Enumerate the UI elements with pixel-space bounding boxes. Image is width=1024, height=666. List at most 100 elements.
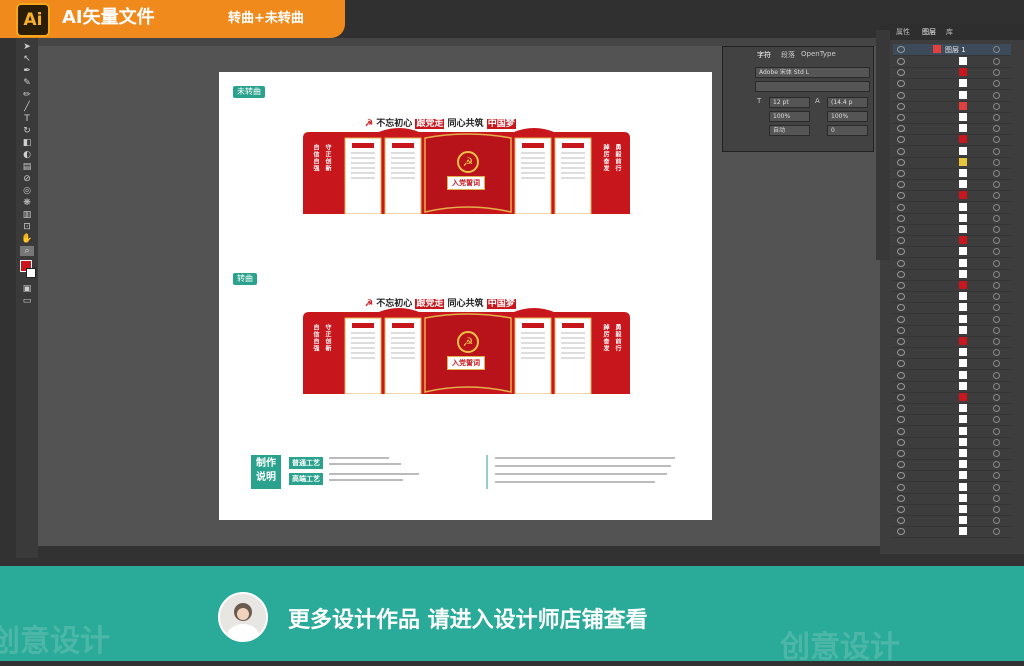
visibility-icon[interactable] (897, 304, 905, 312)
layer-row[interactable] (893, 134, 1011, 147)
target-icon[interactable] (993, 136, 1000, 144)
visibility-icon[interactable] (897, 226, 905, 233)
layer-row[interactable] (893, 504, 1011, 516)
store-cta[interactable]: 更多设计作品 请进入设计师店铺查看 (288, 602, 648, 634)
layer-row[interactable] (893, 258, 1011, 270)
target-icon[interactable] (993, 192, 1000, 200)
layer-row[interactable] (893, 224, 1011, 236)
target-icon[interactable] (993, 461, 1000, 469)
layer-row[interactable] (893, 336, 1011, 348)
zoom-tool-icon[interactable]: ⌕ (20, 246, 34, 256)
visibility-icon[interactable] (897, 181, 905, 189)
layer-row[interactable] (893, 493, 1011, 505)
eyedropper-tool-icon[interactable]: ⊘ (20, 174, 34, 184)
target-icon[interactable] (993, 506, 1000, 513)
target-icon[interactable] (993, 46, 1000, 53)
tab-libraries[interactable]: 库 (946, 27, 953, 37)
target-icon[interactable] (993, 282, 1000, 289)
layer-row[interactable] (893, 403, 1011, 416)
visibility-icon[interactable] (897, 237, 905, 245)
visibility-icon[interactable] (897, 506, 905, 513)
visibility-icon[interactable] (897, 270, 905, 278)
layer-row[interactable] (893, 179, 1011, 192)
direct-selection-tool-icon[interactable]: ↖ (20, 54, 34, 64)
panel-dock-icons[interactable] (876, 30, 890, 260)
designer-avatar[interactable] (218, 592, 268, 642)
visibility-icon[interactable] (897, 382, 905, 390)
visibility-icon[interactable] (897, 125, 905, 133)
target-icon[interactable] (993, 259, 1000, 267)
layer-row-main[interactable]: 图层 1 (893, 44, 1011, 56)
target-icon[interactable] (993, 360, 1000, 368)
target-icon[interactable] (993, 248, 1000, 256)
line-tool-icon[interactable]: ╱ (20, 102, 34, 112)
target-icon[interactable] (993, 371, 1000, 379)
layer-row[interactable] (893, 482, 1011, 494)
hand-tool-icon[interactable]: ✋ (20, 234, 34, 244)
layer-row[interactable] (893, 426, 1011, 438)
graph-tool-icon[interactable]: ▥ (20, 210, 34, 220)
horizontal-scale-field[interactable]: 100% (827, 111, 868, 122)
layer-row[interactable] (893, 56, 1011, 68)
visibility-icon[interactable] (897, 494, 905, 502)
culture-wall-board-top[interactable]: ☭ 不忘初心 跟党走 同心共筑 中国梦 ☭ 自信自强 守正创新 踔厉奋发 勇毅前… (299, 114, 634, 214)
visibility-icon[interactable] (897, 416, 905, 424)
layer-row[interactable] (893, 414, 1011, 427)
layer-row[interactable] (893, 280, 1011, 292)
visibility-icon[interactable] (897, 192, 905, 200)
visibility-icon[interactable] (897, 136, 905, 144)
target-icon[interactable] (993, 91, 1000, 99)
visibility-icon[interactable] (897, 438, 905, 446)
layer-row[interactable] (893, 213, 1011, 225)
visibility-icon[interactable] (897, 293, 905, 301)
target-icon[interactable] (993, 438, 1000, 446)
type-tool-icon[interactable]: T (20, 114, 34, 124)
layer-row[interactable] (893, 314, 1011, 326)
pencil-tool-icon[interactable]: ✏ (20, 90, 34, 100)
target-icon[interactable] (993, 125, 1000, 133)
draw-mode-icon[interactable]: ▣ (20, 284, 34, 294)
target-icon[interactable] (993, 170, 1000, 177)
target-icon[interactable] (993, 293, 1000, 301)
layer-row[interactable] (893, 392, 1011, 404)
visibility-icon[interactable] (897, 528, 905, 536)
target-icon[interactable] (993, 472, 1000, 480)
brush-tool-icon[interactable]: ✎ (20, 78, 34, 88)
target-icon[interactable] (993, 147, 1000, 155)
layer-row[interactable] (893, 470, 1011, 483)
layer-row[interactable] (893, 358, 1011, 371)
visibility-icon[interactable] (897, 282, 905, 289)
layer-row[interactable] (893, 437, 1011, 449)
layer-name[interactable]: 图层 1 (945, 45, 966, 55)
visibility-icon[interactable] (897, 315, 905, 323)
layer-row[interactable] (893, 190, 1011, 203)
target-icon[interactable] (993, 394, 1000, 401)
layer-row[interactable] (893, 459, 1011, 472)
visibility-icon[interactable] (897, 214, 905, 222)
target-icon[interactable] (993, 315, 1000, 323)
layer-row[interactable] (893, 202, 1011, 214)
pen-tool-icon[interactable]: ✒ (20, 66, 34, 76)
target-icon[interactable] (993, 58, 1000, 65)
screen-mode-icon[interactable]: ▭ (20, 296, 34, 306)
vertical-scale-field[interactable]: 100% (769, 111, 810, 122)
target-icon[interactable] (993, 517, 1000, 525)
kerning-field[interactable]: 自动 (769, 125, 810, 136)
target-icon[interactable] (993, 181, 1000, 189)
visibility-icon[interactable] (897, 450, 905, 457)
font-family-select[interactable]: Adobe 宋体 Std L (755, 67, 870, 78)
target-icon[interactable] (993, 349, 1000, 357)
layer-row[interactable] (893, 146, 1011, 158)
layer-row[interactable] (893, 291, 1011, 304)
visibility-icon[interactable] (897, 158, 905, 166)
target-icon[interactable] (993, 203, 1000, 211)
leading-field[interactable]: (14.4 p (827, 97, 868, 108)
rotate-tool-icon[interactable]: ↻ (20, 126, 34, 136)
tab-layers[interactable]: 图层 (922, 27, 936, 37)
eraser-tool-icon[interactable]: ◧ (20, 138, 34, 148)
target-icon[interactable] (993, 427, 1000, 435)
visibility-icon[interactable] (897, 405, 905, 413)
target-icon[interactable] (993, 326, 1000, 334)
visibility-icon[interactable] (897, 349, 905, 357)
target-icon[interactable] (993, 494, 1000, 502)
